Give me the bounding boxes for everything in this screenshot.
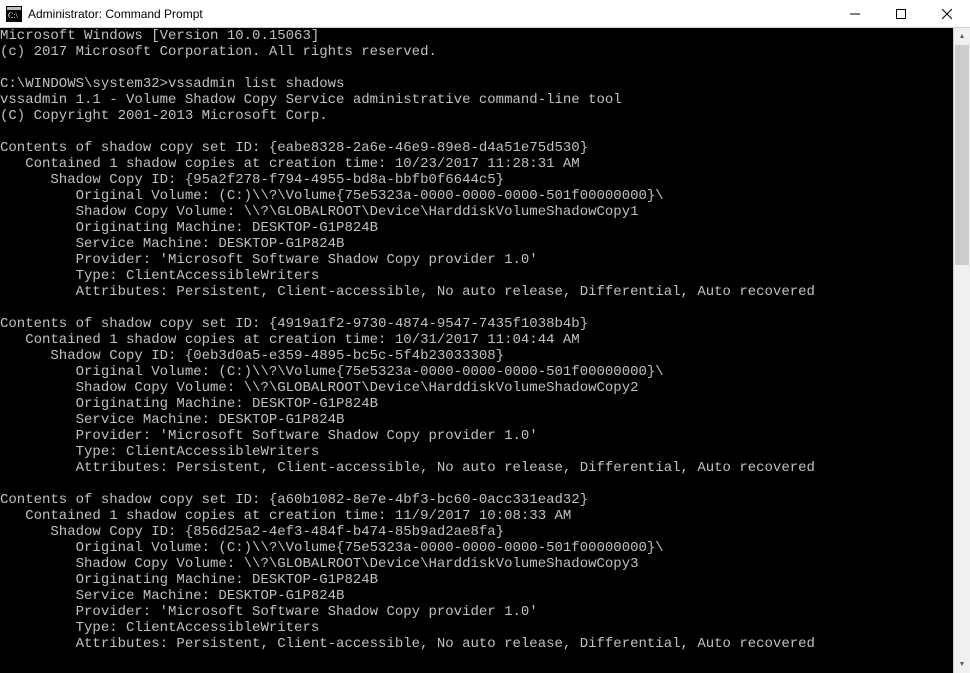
close-button[interactable] bbox=[924, 0, 970, 27]
scrollbar-track[interactable] bbox=[954, 45, 970, 656]
window-title: Administrator: Command Prompt bbox=[28, 7, 832, 21]
console-line: Shadow Copy ID: {95a2f278-f794-4955-bd8a… bbox=[0, 172, 953, 188]
console-line bbox=[0, 124, 953, 140]
svg-text:C:\: C:\ bbox=[8, 11, 19, 20]
console-line: Contents of shadow copy set ID: {eabe832… bbox=[0, 140, 953, 156]
console-line bbox=[0, 300, 953, 316]
console-line: Type: ClientAccessibleWriters bbox=[0, 268, 953, 284]
console-line: Service Machine: DESKTOP-G1P824B bbox=[0, 588, 953, 604]
console-line: Originating Machine: DESKTOP-G1P824B bbox=[0, 396, 953, 412]
console-line: Provider: 'Microsoft Software Shadow Cop… bbox=[0, 428, 953, 444]
console-line: Shadow Copy Volume: \\?\GLOBALROOT\Devic… bbox=[0, 556, 953, 572]
console-line: C:\WINDOWS\system32>vssadmin list shadow… bbox=[0, 76, 953, 92]
console-line: Shadow Copy ID: {856d25a2-4ef3-484f-b474… bbox=[0, 524, 953, 540]
minimize-button[interactable] bbox=[832, 0, 878, 27]
console-line: Provider: 'Microsoft Software Shadow Cop… bbox=[0, 252, 953, 268]
console-output[interactable]: Microsoft Windows [Version 10.0.15063](c… bbox=[0, 28, 953, 673]
window-controls bbox=[832, 0, 970, 27]
console-line: Contained 1 shadow copies at creation ti… bbox=[0, 508, 953, 524]
console-line: (C) Copyright 2001-2013 Microsoft Corp. bbox=[0, 108, 953, 124]
console-line: (c) 2017 Microsoft Corporation. All righ… bbox=[0, 44, 953, 60]
scroll-down-button[interactable]: ▼ bbox=[954, 656, 970, 673]
console-line: Contained 1 shadow copies at creation ti… bbox=[0, 156, 953, 172]
console-line: Provider: 'Microsoft Software Shadow Cop… bbox=[0, 604, 953, 620]
console-line: Service Machine: DESKTOP-G1P824B bbox=[0, 412, 953, 428]
console-line: Contained 1 shadow copies at creation ti… bbox=[0, 332, 953, 348]
console-line: Shadow Copy Volume: \\?\GLOBALROOT\Devic… bbox=[0, 204, 953, 220]
console-line: Shadow Copy ID: {0eb3d0a5-e359-4895-bc5c… bbox=[0, 348, 953, 364]
console-line: Contents of shadow copy set ID: {a60b108… bbox=[0, 492, 953, 508]
vertical-scrollbar[interactable]: ▲ ▼ bbox=[953, 28, 970, 673]
console-line: Type: ClientAccessibleWriters bbox=[0, 620, 953, 636]
console-wrapper: Microsoft Windows [Version 10.0.15063](c… bbox=[0, 28, 970, 673]
scroll-up-button[interactable]: ▲ bbox=[954, 28, 970, 45]
console-line bbox=[0, 60, 953, 76]
console-line: Shadow Copy Volume: \\?\GLOBALROOT\Devic… bbox=[0, 380, 953, 396]
console-line: Contents of shadow copy set ID: {4919a1f… bbox=[0, 316, 953, 332]
cmd-icon: C:\ bbox=[6, 6, 22, 22]
console-line: Originating Machine: DESKTOP-G1P824B bbox=[0, 572, 953, 588]
console-line: Service Machine: DESKTOP-G1P824B bbox=[0, 236, 953, 252]
console-line: Originating Machine: DESKTOP-G1P824B bbox=[0, 220, 953, 236]
console-line: Type: ClientAccessibleWriters bbox=[0, 444, 953, 460]
console-line: Microsoft Windows [Version 10.0.15063] bbox=[0, 28, 953, 44]
maximize-button[interactable] bbox=[878, 0, 924, 27]
console-line: Original Volume: (C:)\\?\Volume{75e5323a… bbox=[0, 540, 953, 556]
window-titlebar: C:\ Administrator: Command Prompt bbox=[0, 0, 970, 28]
console-line: Attributes: Persistent, Client-accessibl… bbox=[0, 460, 953, 476]
console-line: Attributes: Persistent, Client-accessibl… bbox=[0, 636, 953, 652]
console-line bbox=[0, 652, 953, 668]
scrollbar-thumb[interactable] bbox=[955, 45, 969, 265]
console-line bbox=[0, 476, 953, 492]
console-line: Attributes: Persistent, Client-accessibl… bbox=[0, 284, 953, 300]
console-line: Original Volume: (C:)\\?\Volume{75e5323a… bbox=[0, 364, 953, 380]
console-line: Original Volume: (C:)\\?\Volume{75e5323a… bbox=[0, 188, 953, 204]
console-line: vssadmin 1.1 - Volume Shadow Copy Servic… bbox=[0, 92, 953, 108]
